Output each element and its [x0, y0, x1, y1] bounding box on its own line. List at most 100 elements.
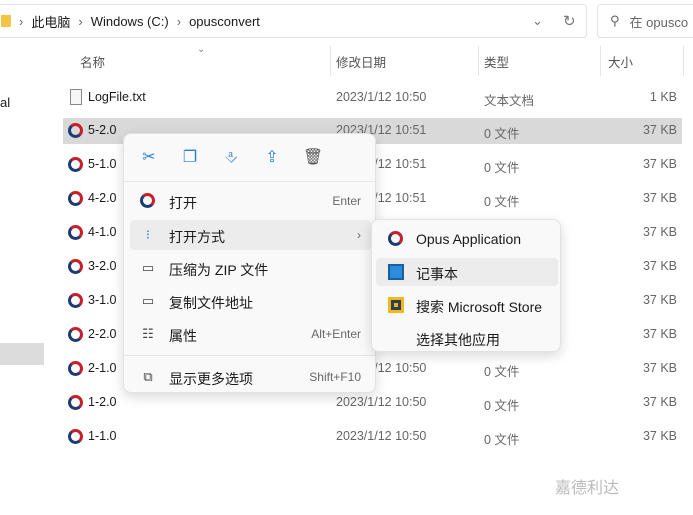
file-size: 37 KB — [642, 225, 677, 239]
file-name: 4-1.0 — [88, 225, 117, 239]
search-icon: ⚲ — [610, 13, 620, 28]
file-name: 3-1.0 — [88, 293, 117, 307]
file-type: 0 文件 — [484, 195, 520, 209]
file-type: 0 文件 — [484, 433, 520, 447]
file-type: 0 文件 — [484, 161, 520, 175]
file-name: 3-2.0 — [88, 259, 117, 273]
file-row[interactable]: 1-1.0 2023/1/12 10:50 0 文件 37 KB — [63, 424, 682, 450]
opus-file-icon — [68, 429, 83, 444]
open-with-submenu: Opus Application 记事本 搜索 Microsoft Store … — [371, 219, 561, 352]
properties-icon: ☷ — [142, 326, 154, 341]
column-size[interactable]: 大小 — [608, 52, 633, 74]
column-divider[interactable] — [600, 46, 601, 76]
column-type[interactable]: 类型 — [484, 52, 509, 74]
opus-file-icon — [68, 361, 83, 376]
microsoft-store-icon — [388, 297, 404, 313]
file-size: 37 KB — [642, 361, 677, 375]
search-box[interactable]: ⚲ 在 opusco — [597, 4, 693, 38]
opus-file-icon — [68, 259, 83, 274]
chevron-icon: › — [78, 13, 83, 29]
column-divider[interactable] — [478, 46, 479, 76]
file-type: 0 文件 — [484, 399, 520, 413]
file-size: 37 KB — [642, 429, 677, 443]
submenu-item-store[interactable]: 搜索 Microsoft Store — [376, 291, 558, 319]
text-file-icon — [70, 89, 82, 105]
menu-item-properties[interactable]: ☷ 属性 Alt+Enter — [130, 319, 371, 349]
context-menu: ✂ ❐ ⎀ ⇪ 🗑 打开 Enter ⁝ 打开方式 › ▭ 压缩为 ZIP 文件 ▭ 复制… — [123, 133, 376, 393]
file-size: 1 KB — [649, 90, 677, 104]
file-type: 文本文档 — [484, 94, 535, 108]
sidebar-item[interactable]: al — [0, 95, 10, 110]
file-type: 0 文件 — [484, 365, 520, 379]
breadcrumb-this-pc[interactable]: 此电脑 — [31, 12, 70, 31]
cut-icon[interactable]: ✂ — [137, 146, 161, 170]
refresh-icon[interactable]: ↻ — [563, 12, 576, 30]
menu-item-show-more[interactable]: ⧉ 显示更多选项 Shift+F10 — [130, 362, 371, 392]
file-size: 37 KB — [642, 327, 677, 341]
file-size: 37 KB — [642, 293, 677, 307]
share-icon[interactable]: ⇪ — [260, 146, 284, 170]
open-with-icon: ⁝ — [145, 227, 151, 242]
opus-file-icon — [68, 293, 83, 308]
file-name: 5-2.0 — [88, 123, 117, 137]
file-name: 2-1.0 — [88, 361, 117, 375]
file-name: 4-2.0 — [88, 191, 117, 205]
menu-item-compress-zip[interactable]: ▭ 压缩为 ZIP 文件 — [130, 253, 371, 283]
menu-item-open[interactable]: 打开 Enter — [130, 186, 371, 216]
zip-folder-icon: ▭ — [141, 260, 155, 275]
file-date: 2023/1/12 10:50 — [336, 90, 427, 104]
opus-file-icon — [68, 191, 83, 206]
opus-app-icon — [388, 231, 404, 247]
file-name: 2-2.0 — [88, 327, 117, 341]
delete-icon[interactable]: 🗑 — [301, 146, 325, 170]
rename-icon[interactable]: ⎀ — [219, 146, 243, 170]
file-size: 37 KB — [642, 123, 677, 137]
opus-app-icon — [140, 193, 156, 209]
chevron-icon: › — [176, 13, 182, 29]
copy-path-icon: ▭ — [141, 293, 155, 308]
opus-file-icon — [68, 123, 83, 138]
opus-file-icon — [68, 225, 83, 240]
submenu-item-choose-other[interactable]: 选择其他应用 — [376, 324, 558, 352]
menu-item-copy-path[interactable]: ▭ 复制文件地址 — [130, 286, 371, 316]
opus-file-icon — [68, 395, 83, 410]
file-row[interactable]: LogFile.txt 2023/1/12 10:50 文本文档 1 KB — [63, 85, 682, 111]
file-date: 2023/1/12 10:50 — [336, 429, 427, 443]
file-name: 1-2.0 — [88, 395, 117, 409]
folder-icon — [1, 15, 11, 27]
file-date: 2023/1/12 10:50 — [336, 395, 427, 409]
file-type: 0 文件 — [484, 127, 520, 141]
address-bar[interactable]: › 此电脑 › Windows (C:) › opusconvert ⌄ ↻ — [0, 4, 587, 38]
sidebar-selected-item[interactable] — [0, 343, 44, 365]
opus-file-icon — [68, 157, 83, 172]
file-name: 5-1.0 — [88, 157, 117, 171]
search-input[interactable]: 在 opusco — [630, 12, 689, 31]
file-row[interactable]: 1-2.0 2023/1/12 10:50 0 文件 37 KB — [63, 390, 682, 416]
breadcrumb-folder[interactable]: opusconvert — [189, 14, 260, 29]
column-divider[interactable] — [683, 46, 684, 76]
file-size: 37 KB — [642, 395, 677, 409]
sort-chevron-icon: ⌄ — [197, 44, 206, 55]
history-dropdown-icon[interactable]: ⌄ — [532, 13, 543, 29]
notepad-icon — [388, 264, 404, 280]
chevron-right-icon: › — [357, 228, 361, 242]
opus-file-icon — [68, 327, 83, 342]
file-size: 37 KB — [642, 157, 677, 171]
column-divider[interactable] — [330, 46, 331, 76]
file-name: LogFile.txt — [88, 90, 146, 104]
divider — [124, 355, 375, 356]
column-date[interactable]: 修改日期 — [336, 52, 386, 74]
show-more-icon: ⧉ — [143, 369, 153, 384]
divider — [124, 181, 375, 182]
file-size: 37 KB — [642, 259, 677, 273]
submenu-item-notepad[interactable]: 记事本 — [376, 258, 558, 286]
file-size: 37 KB — [642, 191, 677, 205]
breadcrumb-drive[interactable]: Windows (C:) — [91, 14, 169, 29]
column-name[interactable]: 名称 — [80, 52, 105, 74]
menu-item-open-with[interactable]: ⁝ 打开方式 › — [130, 220, 371, 250]
copy-icon[interactable]: ❐ — [178, 146, 202, 170]
watermark: 嘉德利达 — [555, 480, 620, 497]
file-name: 1-1.0 — [88, 429, 117, 443]
chevron-icon: › — [19, 13, 24, 29]
submenu-item-opus[interactable]: Opus Application — [376, 225, 558, 253]
